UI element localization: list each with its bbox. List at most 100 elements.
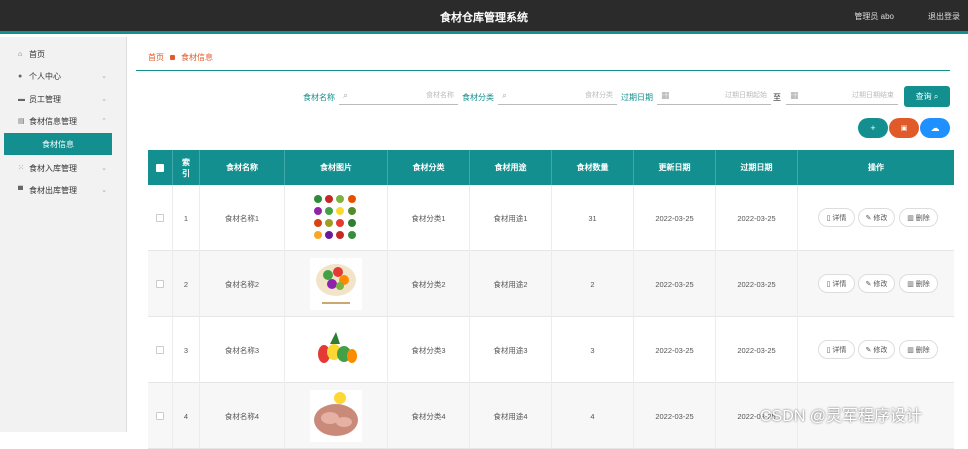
header-name: 食材名称 [200,150,285,185]
search-icon: ⌕ [502,89,508,100]
cell-use: 食材用途1 [470,185,552,251]
cell-index: 4 [173,383,200,449]
cell-updated: 2022-03-25 [634,317,716,383]
cell-category: 食材分类1 [388,185,470,251]
row-checkbox-cell[interactable] [148,383,173,449]
cell-expiry: 2022-03-25 [716,317,798,383]
cell-quantity: 4 [552,383,634,449]
detail-button[interactable]: ▯ 详情 [818,274,855,293]
row-checkbox[interactable] [156,214,164,222]
sidebar-item-label: 食材出库管理 [29,185,77,195]
user-icon: ● [18,72,23,80]
cell-name: 食材名称3 [200,317,285,383]
cell-category: 食材分类4 [388,383,470,449]
sidebar-item-food-info[interactable]: ▤ 食材信息管理 ⌃ [0,110,127,132]
table-row: 1 食材名称1 食材分类1 食材用途1 31 2022-03-25 2022-0… [148,185,954,251]
file-icon: ▯ [826,280,831,288]
select-all-checkbox[interactable] [156,163,164,172]
range-separator: 至 [773,93,781,102]
vegetable-grid-image [310,192,362,244]
header-use: 食材用途 [470,150,552,185]
category-filter-input[interactable]: ⌕ 食材分类 [498,86,617,105]
sidebar-item-label: 食材入库管理 [29,163,77,173]
edit-button[interactable]: ✎ 修改 [858,274,895,293]
chevron-down-icon: ⌄ [101,96,107,103]
delete-button[interactable]: ▣ [889,118,919,138]
chevron-down-icon: ⌄ [101,187,107,194]
select-all-header[interactable] [148,150,173,185]
cloud-button[interactable]: ☁ [920,118,950,138]
outbound-icon: ▀ [18,186,23,194]
delete-row-button[interactable]: ▥ 删除 [899,274,938,293]
delete-label: 删除 [915,214,930,222]
table-row: 3 食材名称3 食材分类3 食材用途3 3 2022-03-25 2022-03… [148,317,954,383]
expiry-end-input[interactable]: ▦ 过期日期结束 [786,86,898,105]
placeholder: 食材分类 [585,92,613,99]
logout-link[interactable]: 退出登录 [928,11,960,22]
query-button[interactable]: 查询 ⌕ [904,86,950,107]
detail-label: 详情 [832,214,847,222]
row-checkbox-cell[interactable] [148,251,173,317]
detail-button[interactable]: ▯ 详情 [818,340,855,359]
edit-button[interactable]: ✎ 修改 [858,208,895,227]
trash-icon: ▥ [907,280,914,288]
row-checkbox-cell[interactable] [148,185,173,251]
meat-image [310,390,362,442]
search-icon: ⌕ [933,91,939,101]
delete-label: 删除 [915,346,930,354]
cell-name: 食材名称2 [200,251,285,317]
delete-row-button[interactable]: ▥ 删除 [899,208,938,227]
edit-label: 修改 [873,280,888,288]
sidebar-item-staff[interactable]: ▬ 员工管理 ⌄ [0,88,127,110]
current-user: 管理员 abo [854,12,894,21]
query-label: 查询 [915,92,932,101]
cell-index: 2 [173,251,200,317]
placeholder: 食材名称 [426,92,454,99]
sidebar-item-home[interactable]: ⌂ 首页 [0,43,127,65]
cell-use: 食材用途4 [470,383,552,449]
breadcrumb-separator [170,55,175,60]
sidebar-item-profile[interactable]: ● 个人中心 ⌄ [0,65,127,87]
cell-updated: 2022-03-25 [634,251,716,317]
row-checkbox-cell[interactable] [148,317,173,383]
staff-icon: ▬ [18,95,25,103]
sidebar-item-label: 员工管理 [29,94,61,104]
home-icon: ⌂ [18,50,23,58]
category-filter-label: 食材分类 [462,93,494,102]
breadcrumb-home[interactable]: 首页 [148,52,164,63]
expiry-start-input[interactable]: ▦ 过期日期起始 [657,86,771,105]
edit-button[interactable]: ✎ 修改 [858,340,895,359]
food-table: 索引 食材名称 食材图片 食材分类 食材用途 食材数量 更新日期 过期日期 操作… [148,150,954,449]
edit-icon: ✎ [865,346,872,354]
calendar-icon: ▦ [661,89,670,100]
name-filter-label: 食材名称 [303,93,335,102]
app-title: 食材仓库管理系统 [440,12,528,24]
chevron-down-icon: ⌄ [101,165,107,172]
header-operations: 操作 [798,150,954,185]
sidebar-item-inbound[interactable]: ⁙ 食材入库管理 ⌄ [0,157,127,179]
sidebar-subitem-food-info[interactable]: 食材信息 [4,133,112,155]
header-updated: 更新日期 [634,150,716,185]
row-checkbox[interactable] [156,412,164,420]
row-checkbox[interactable] [156,280,164,288]
detail-label: 详情 [832,346,847,354]
inbound-icon: ⁙ [18,165,24,172]
delete-row-button[interactable]: ▥ 删除 [899,340,938,359]
breadcrumb: 首页 食材信息 [148,52,213,63]
watermark: CSDN @灵军程序设计 [760,408,923,425]
header-index: 索引 [173,150,200,185]
header-image: 食材图片 [285,150,388,185]
detail-label: 详情 [832,280,847,288]
header-category: 食材分类 [388,150,470,185]
cell-image [285,185,388,251]
cell-quantity: 3 [552,317,634,383]
file-icon: ▯ [826,346,831,354]
add-button[interactable]: + [858,118,888,138]
cell-image [285,383,388,449]
sidebar-item-outbound[interactable]: ▀ 食材出库管理 ⌄ [0,179,127,201]
detail-button[interactable]: ▯ 详情 [818,208,855,227]
row-checkbox[interactable] [156,346,164,354]
cell-use: 食材用途3 [470,317,552,383]
chevron-up-icon: ⌃ [101,118,107,125]
name-filter-input[interactable]: ⌕ 食材名称 [339,86,458,105]
